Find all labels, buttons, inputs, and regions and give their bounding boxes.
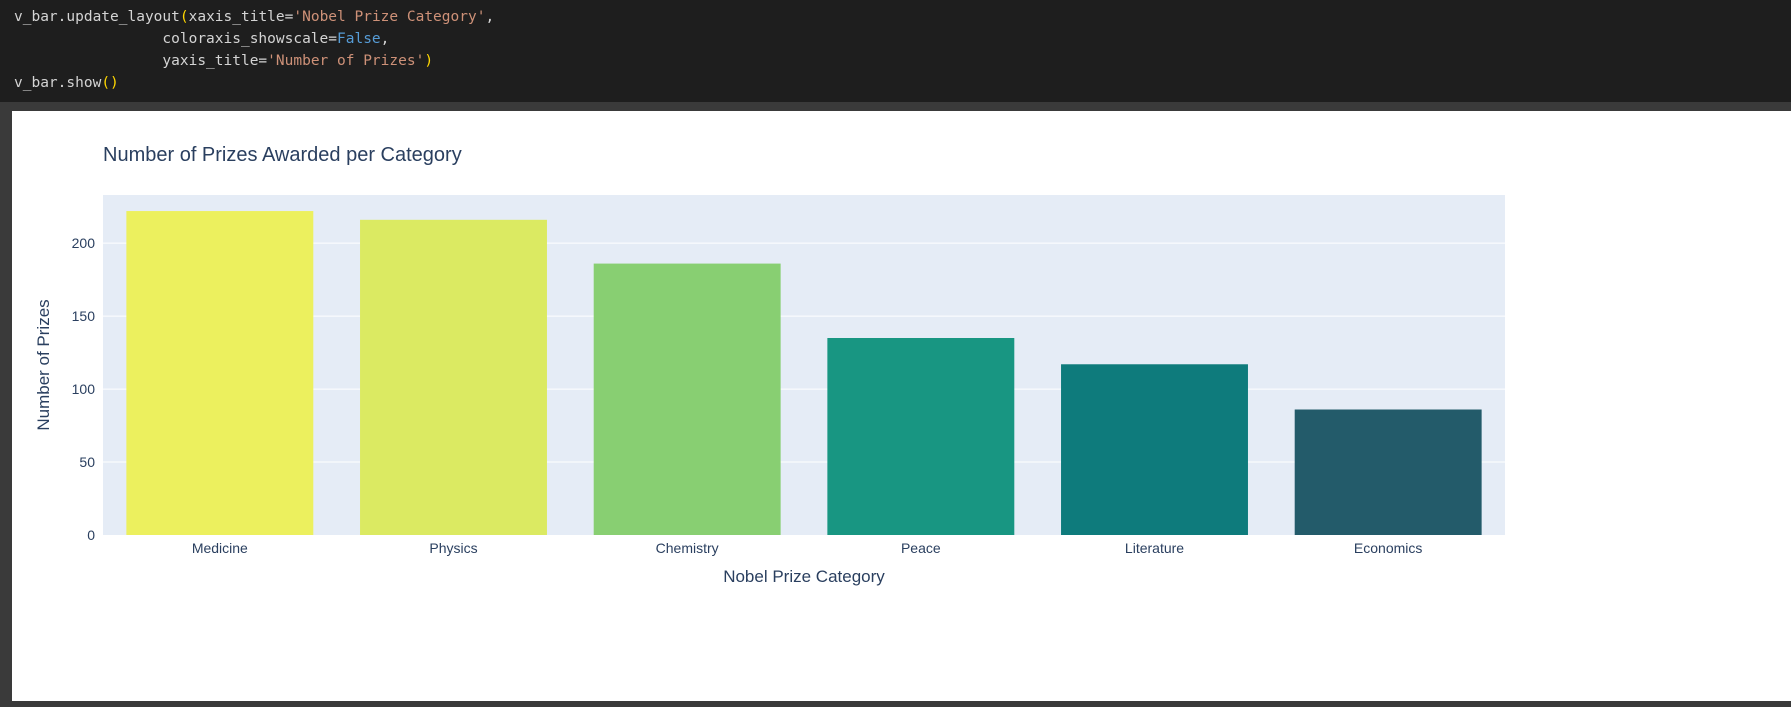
x-axis-title: Nobel Prize Category <box>723 567 885 586</box>
output-area: Number of Prizes Awarded per Category 0 5… <box>12 111 1791 701</box>
code-token: , <box>380 31 390 47</box>
code-token: , <box>485 9 495 25</box>
y-tick-label: 200 <box>72 235 96 251</box>
code-token: coloraxis_showscale= <box>14 31 338 47</box>
x-tick-labels: Medicine Physics Chemistry Peace Literature E… <box>192 540 1423 556</box>
bar-literature[interactable] <box>1061 364 1248 535</box>
code-token: v_bar.update_layout <box>14 9 180 25</box>
code-token: v_bar.show <box>14 75 102 91</box>
code-token: False <box>337 31 381 47</box>
bar-physics[interactable] <box>360 219 547 535</box>
bar-chart: Number of Prizes Awarded per Category 0 5… <box>34 144 1505 586</box>
code-cell[interactable]: v_bar.update_layout(xaxis_title='Nobel P… <box>0 0 1791 102</box>
code-token: ( <box>179 9 189 25</box>
chart-title: Number of Prizes Awarded per Category <box>103 144 462 166</box>
x-tick-label: Chemistry <box>656 540 719 556</box>
y-tick-label: 0 <box>87 527 95 543</box>
code-token: yaxis_title= <box>14 53 268 69</box>
bar-chemistry[interactable] <box>593 263 781 535</box>
y-tick-label: 50 <box>79 454 95 470</box>
code-token: 'Number of Prizes' <box>267 53 425 69</box>
x-tick-label: Peace <box>901 540 941 556</box>
bar-peace[interactable] <box>827 338 1015 535</box>
y-tick-labels: 0 50 100 150 200 <box>72 235 96 543</box>
code-token: () <box>101 75 119 91</box>
y-tick-label: 150 <box>72 308 96 324</box>
code-token: ) <box>424 53 434 69</box>
code-token: 'Nobel Prize Category' <box>293 9 486 25</box>
x-tick-label: Literature <box>1125 540 1184 556</box>
x-tick-label: Medicine <box>192 540 248 556</box>
y-axis-title: Number of Prizes <box>34 299 53 430</box>
bar-economics[interactable] <box>1294 409 1482 535</box>
code-block[interactable]: v_bar.update_layout(xaxis_title='Nobel P… <box>0 0 1791 94</box>
x-tick-label: Physics <box>429 540 477 556</box>
code-token: xaxis_title= <box>188 9 294 25</box>
bar-medicine[interactable] <box>126 211 314 535</box>
x-tick-label: Economics <box>1354 540 1422 556</box>
y-tick-label: 100 <box>72 381 96 397</box>
